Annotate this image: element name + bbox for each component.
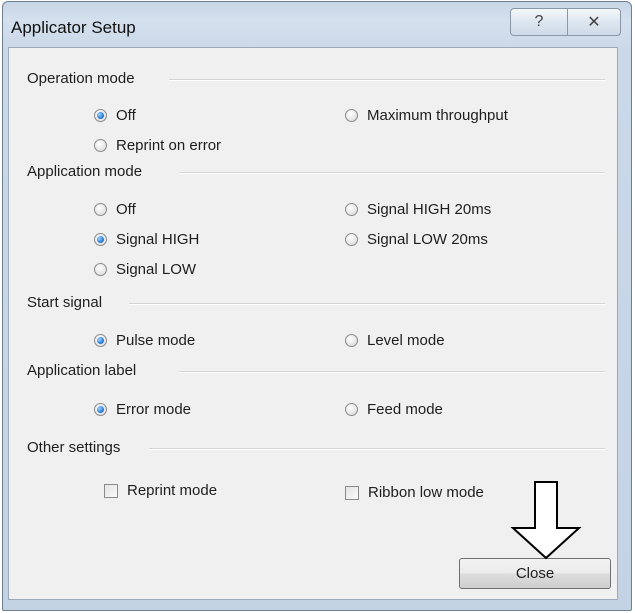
radio-button[interactable] [94, 139, 107, 152]
radio-application-signal-low-20ms[interactable]: Signal LOW 20ms [345, 231, 488, 248]
radio-application-off[interactable]: Off [94, 201, 136, 218]
radio-start-level-mode[interactable]: Level mode [345, 332, 445, 349]
radio-label-feed-mode[interactable]: Feed mode [345, 401, 443, 418]
radio-label-error-mode[interactable]: Error mode [94, 401, 191, 418]
group-label-other-settings: Other settings [27, 439, 129, 456]
radio-application-signal-high-20ms[interactable]: Signal HIGH 20ms [345, 201, 491, 218]
group-divider [179, 371, 605, 373]
checkbox-ribbon-low-mode[interactable]: Ribbon low mode [345, 484, 484, 501]
radio-button[interactable] [94, 334, 107, 347]
radio-button[interactable] [345, 109, 358, 122]
radio-application-signal-low[interactable]: Signal LOW [94, 261, 196, 278]
radio-application-signal-high[interactable]: Signal HIGH [94, 231, 199, 248]
dialog-client-area: Operation mode Off Maximum throughput Re… [8, 47, 618, 600]
radio-operation-off[interactable]: Off [94, 107, 136, 124]
radio-button[interactable] [94, 263, 107, 276]
radio-label: Signal LOW [116, 261, 197, 278]
group-divider [179, 172, 605, 174]
checkbox-reprint-mode[interactable]: Reprint mode [104, 482, 217, 499]
radio-operation-reprint-on-error[interactable]: Reprint on error [94, 137, 221, 154]
checkbox-label: Reprint mode [127, 482, 218, 499]
radio-label: Level mode [367, 332, 445, 349]
radio-button[interactable] [345, 203, 358, 216]
group-label-application-mode: Application mode [27, 163, 151, 180]
radio-operation-maximum-throughput[interactable]: Maximum throughput [345, 107, 508, 124]
radio-button[interactable] [345, 233, 358, 246]
radio-label: Signal HIGH [116, 231, 200, 248]
close-icon: ✕ [587, 14, 601, 31]
group-divider [129, 303, 605, 305]
radio-button[interactable] [345, 403, 358, 416]
window-close-button[interactable]: ✕ [567, 8, 621, 36]
radio-label: Reprint on error [116, 137, 222, 154]
radio-label: Signal HIGH 20ms [367, 201, 492, 218]
checkbox[interactable] [345, 485, 359, 500]
radio-label: Off [116, 201, 136, 218]
radio-button[interactable] [94, 403, 107, 416]
down-arrow-icon [510, 481, 582, 560]
dialog-title: Applicator Setup [11, 18, 136, 37]
radio-start-pulse-mode[interactable]: Pulse mode [94, 332, 195, 349]
help-button[interactable]: ? [510, 8, 568, 36]
radio-label: Off [116, 107, 136, 124]
radio-label: Feed mode [367, 401, 443, 418]
radio-label: Signal LOW 20ms [367, 231, 488, 248]
group-label-operation-mode: Operation mode [27, 70, 143, 87]
radio-button[interactable] [94, 233, 107, 246]
radio-label: Maximum throughput [367, 107, 508, 124]
group-divider [169, 79, 605, 81]
group-divider [149, 448, 605, 450]
help-icon: ? [534, 13, 544, 30]
checkbox[interactable] [104, 483, 118, 498]
group-label-application-label: Application label [27, 362, 145, 379]
radio-button[interactable] [345, 334, 358, 347]
checkbox-label: Ribbon low mode [368, 484, 484, 501]
radio-label: Error mode [116, 401, 192, 418]
radio-label: Pulse mode [116, 332, 196, 349]
radio-button[interactable] [94, 203, 107, 216]
close-button[interactable]: Close [459, 558, 611, 589]
group-label-start-signal: Start signal [27, 294, 111, 311]
radio-button[interactable] [94, 109, 107, 122]
